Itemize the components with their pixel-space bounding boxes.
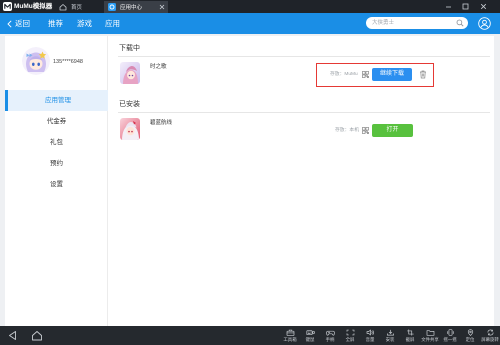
back-icon[interactable] [7, 330, 18, 341]
app-center-icon [108, 3, 116, 11]
maximize-icon [462, 3, 468, 10]
continue-download-button[interactable]: 继续下载 [372, 68, 412, 81]
install-icon [386, 329, 394, 336]
close-window-button[interactable] [476, 0, 490, 13]
title-bar: MuMu模拟器 首页 应用中心 [0, 0, 500, 13]
tool-keyboard-mouse[interactable]: 键鼠 [300, 326, 320, 345]
emulator-toolbar: 工具箱 键鼠 手柄 全屏 音量 安装 截屏 文件共享 摇一摇 定位 屏幕旋转 [0, 326, 500, 345]
app-navbar: 返回 推荐 游戏 应用 [0, 13, 500, 34]
qr-code-icon[interactable] [362, 127, 369, 134]
back-label: 返回 [15, 19, 30, 28]
tool-rotate[interactable]: 屏幕旋转 [480, 326, 500, 345]
username: 135****6948 [53, 59, 83, 65]
tool-label: 手柄 [325, 337, 335, 342]
open-app-button[interactable]: 打开 [372, 124, 413, 137]
fullscreen-icon [346, 329, 354, 336]
divider [118, 56, 490, 57]
user-account-icon[interactable] [478, 17, 491, 30]
keyboard-mouse-icon [305, 330, 315, 336]
volume-icon [366, 329, 374, 336]
back-button[interactable]: 返回 [7, 13, 37, 34]
qr-code-icon[interactable] [362, 71, 369, 78]
home-icon[interactable] [31, 330, 43, 341]
search-input[interactable] [366, 17, 454, 29]
chevron-left-icon [7, 19, 12, 28]
user-sidebar: 135****6948 应用管理 代金券 礼包 预约 设置 [5, 36, 108, 326]
tool-label: 摇一摇 [443, 337, 457, 342]
tool-fullscreen[interactable]: 全屏 [340, 326, 360, 345]
trash-icon[interactable] [419, 70, 427, 79]
sidebar-item-reservations[interactable]: 预约 [5, 153, 108, 174]
tool-label: 屏幕旋转 [481, 337, 499, 342]
toolbar-items: 工具箱 键鼠 手柄 全屏 音量 安装 截屏 文件共享 摇一摇 定位 屏幕旋转 [280, 326, 500, 345]
sidebar-item-app-management[interactable]: 应用管理 [5, 90, 108, 111]
section-title-downloading: 下载中 [119, 45, 140, 52]
sidebar-item-settings[interactable]: 设置 [5, 174, 108, 195]
tool-gamepad[interactable]: 手柄 [320, 326, 340, 345]
tool-label: 文件共享 [421, 337, 439, 342]
tool-label: 截屏 [405, 337, 415, 342]
app-icon[interactable] [120, 62, 140, 84]
avatar[interactable] [22, 47, 50, 75]
nav-apps[interactable]: 应用 [105, 13, 120, 34]
search-icon[interactable] [456, 19, 464, 27]
minimize-button[interactable] [441, 0, 455, 13]
close-icon [480, 3, 486, 10]
nav-recommend[interactable]: 推荐 [48, 13, 63, 34]
mumu-logo-icon [3, 2, 12, 11]
maximize-button[interactable] [458, 0, 472, 13]
rotate-icon [487, 329, 493, 336]
screenshot-icon [406, 329, 414, 336]
app-name: MuMu模拟器 [14, 3, 53, 10]
tool-label: 键鼠 [305, 337, 315, 342]
tool-label: 音量 [365, 337, 375, 342]
sidebar-item-gifts[interactable]: 礼包 [5, 132, 108, 153]
section-title-installed: 已安装 [119, 101, 140, 108]
tool-install[interactable]: 安装 [380, 326, 400, 345]
app-icon[interactable] [120, 118, 140, 140]
tool-location[interactable]: 定位 [460, 326, 480, 345]
location-icon [467, 329, 473, 336]
tool-label: 工具箱 [283, 337, 297, 342]
tool-file-share[interactable]: 文件共享 [420, 326, 440, 345]
tab-home[interactable]: 首页 [54, 1, 104, 13]
tab-label: 首页 [71, 5, 83, 11]
tab-close-icon[interactable] [159, 4, 165, 10]
tool-label: 安装 [385, 337, 395, 342]
sidebar-item-vouchers[interactable]: 代金券 [5, 111, 108, 132]
tool-toolbox[interactable]: 工具箱 [280, 326, 300, 345]
gamepad-icon [325, 330, 335, 336]
home-icon [59, 4, 67, 11]
tool-volume[interactable]: 音量 [360, 326, 380, 345]
folder-icon [426, 330, 434, 336]
tool-label: 全屏 [345, 337, 355, 342]
shake-icon [446, 329, 454, 336]
tool-screenshot[interactable]: 截屏 [400, 326, 420, 345]
tool-label: 定位 [465, 337, 475, 342]
app-name-label: 时之歌 [150, 64, 167, 70]
search-box [366, 17, 468, 29]
storage-location: 存放：MuMu [330, 72, 358, 77]
app-center-panel: 135****6948 应用管理 代金券 礼包 预约 设置 下载中 时之歌 存放… [5, 36, 494, 326]
tool-shake[interactable]: 摇一摇 [440, 326, 460, 345]
storage-location: 存放：本机 [335, 128, 359, 133]
tab-label: 应用中心 [120, 5, 143, 11]
toolbox-icon [286, 329, 294, 336]
minimize-icon [445, 6, 451, 8]
tab-app-center[interactable]: 应用中心 [104, 1, 168, 13]
divider [118, 112, 490, 113]
app-name-label: 碧蓝航线 [150, 120, 173, 126]
nav-games[interactable]: 游戏 [77, 13, 92, 34]
